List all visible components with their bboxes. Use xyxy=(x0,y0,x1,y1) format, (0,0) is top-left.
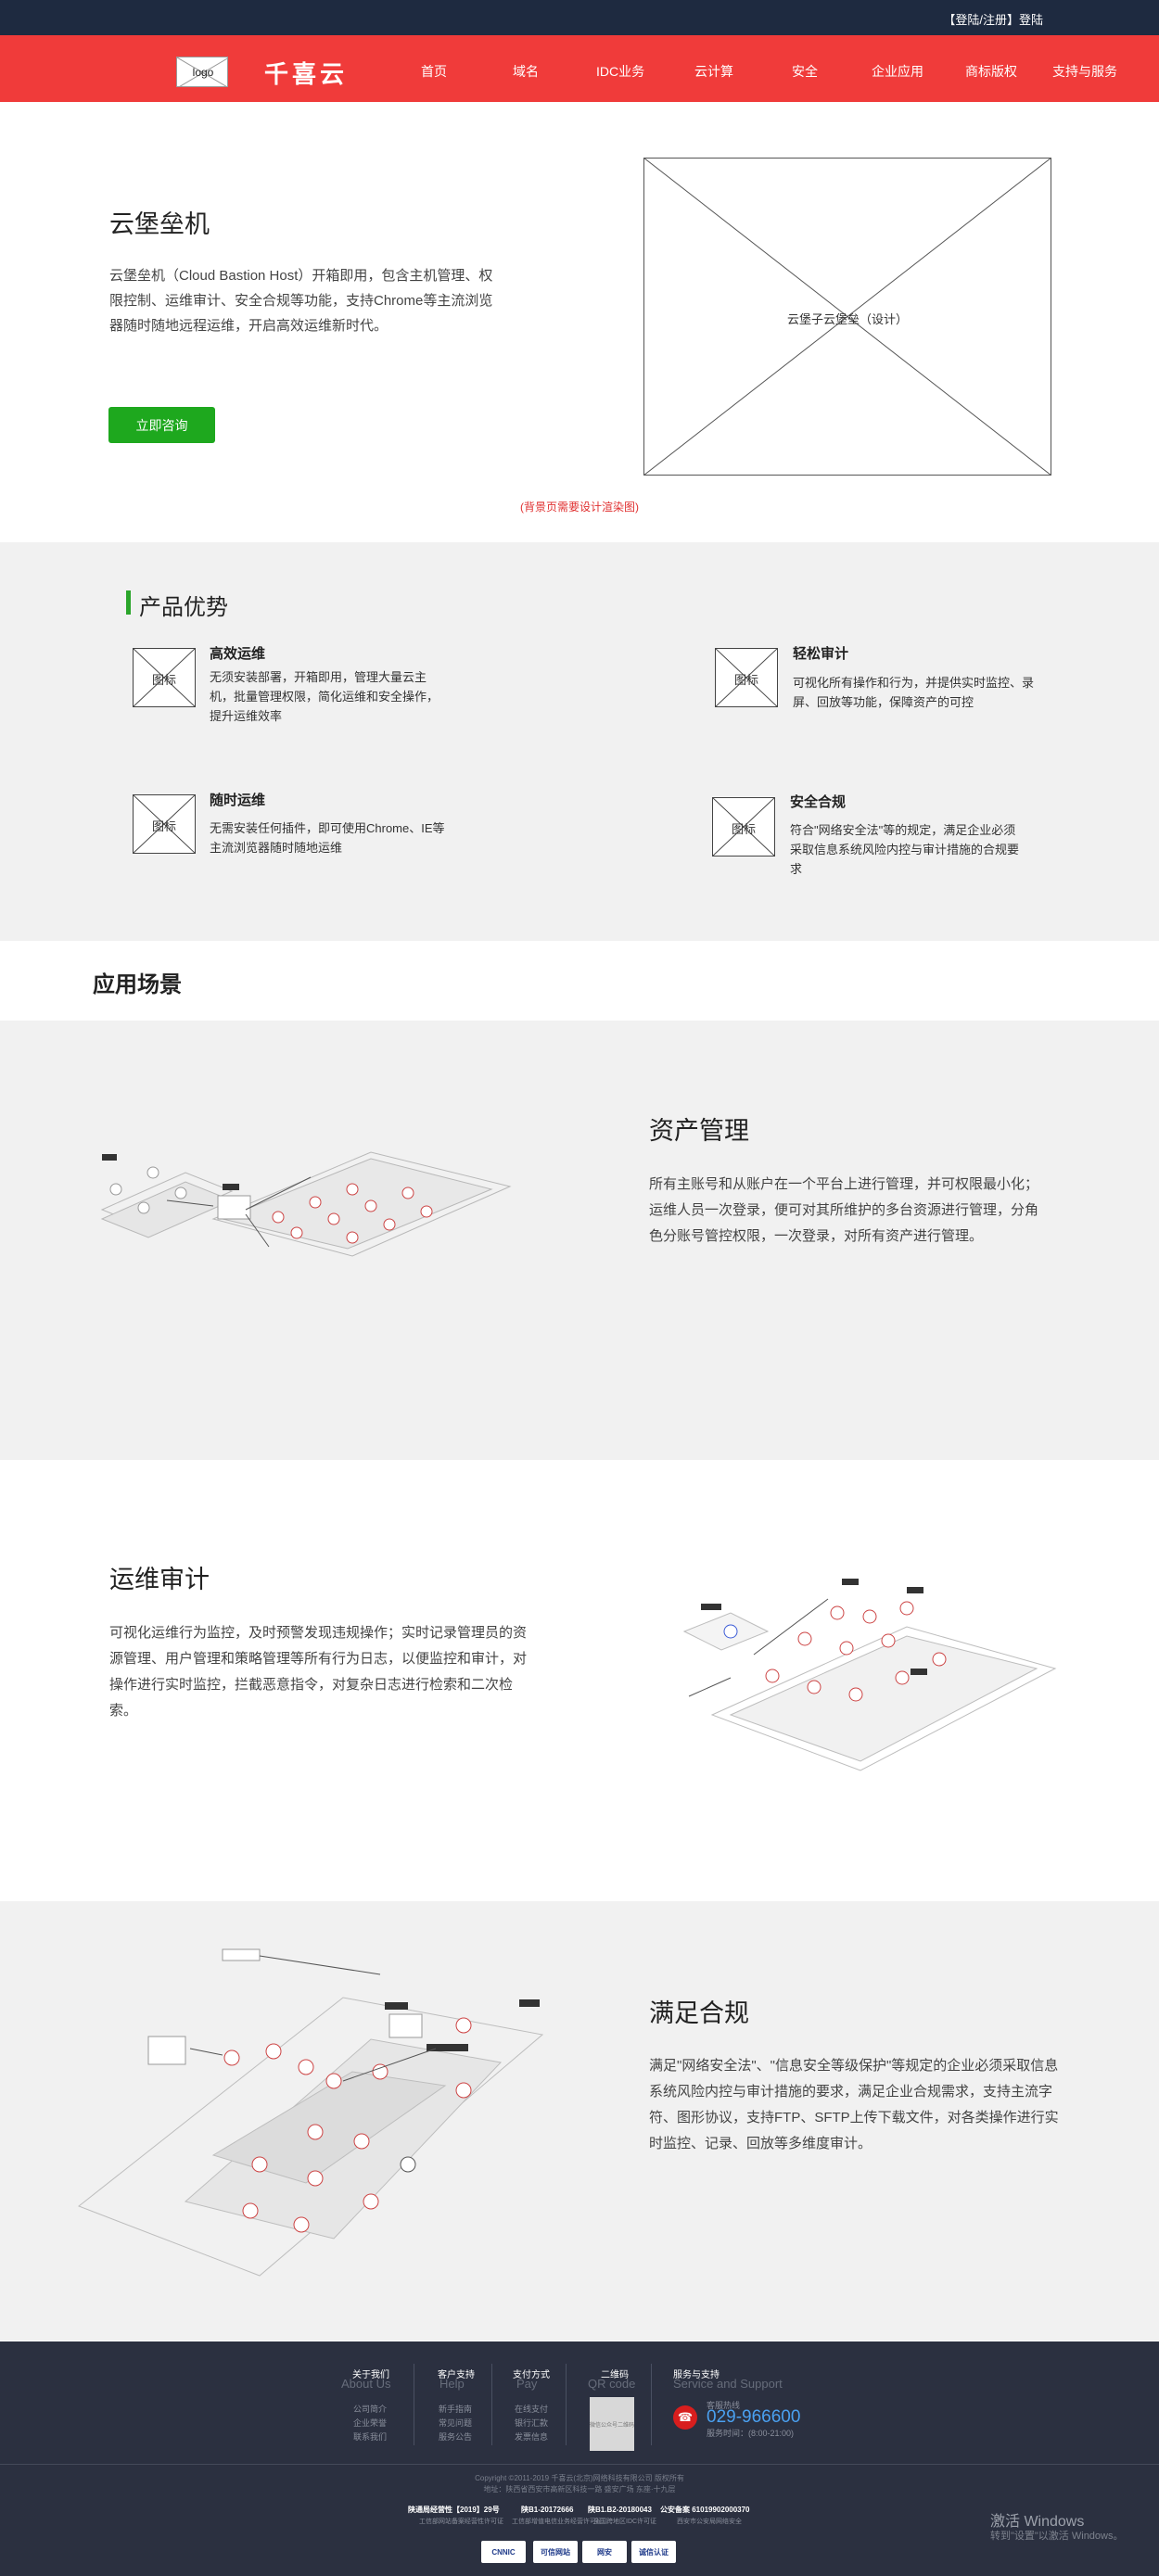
footer-link[interactable]: 在线支付 xyxy=(515,2403,548,2415)
scenarios-heading: 应用场景 xyxy=(93,972,182,997)
hero-description: 云堡垒机（Cloud Bastion Host）开箱即用，包含主机管理、权限控制… xyxy=(109,268,493,334)
nav-item-home[interactable]: 首页 xyxy=(421,62,447,81)
qr-label: 微信公众号二维码 xyxy=(590,2423,635,2429)
feature-desc: 可视化所有操作和行为，并提供实时监控、录屏、回放等功能，保障资产的可控 xyxy=(793,676,1035,709)
features-heading: 产品优势 xyxy=(139,595,228,620)
feature-title: 安全合规 xyxy=(790,794,847,810)
windows-activation-sub: 转到"设置"以激活 Windows。 xyxy=(990,2531,1124,2542)
license-text: 公安备案 61019902000370 xyxy=(660,2506,750,2514)
footer-divider xyxy=(491,2364,492,2445)
footer-link[interactable]: 银行汇款 xyxy=(515,2417,548,2429)
footer-link[interactable]: 服务公告 xyxy=(439,2430,472,2443)
nav-item-support[interactable]: 支持与服务 xyxy=(1052,62,1117,81)
footer-link[interactable]: 新手指南 xyxy=(439,2403,472,2415)
feature-title: 轻松审计 xyxy=(793,646,849,662)
phone-icon: ☎ xyxy=(673,2405,697,2430)
nav-item-idc[interactable]: IDC业务 xyxy=(596,62,644,81)
footer-link[interactable]: 公司简介 xyxy=(353,2403,387,2415)
license-text: 陕通局经营性【2019】29号 xyxy=(408,2506,500,2514)
nav-item-cloud[interactable]: 云计算 xyxy=(694,62,733,81)
asset-management-diagram xyxy=(100,1151,512,1257)
footer-col-en: About Us xyxy=(341,2377,391,2391)
scenario-title: 资产管理 xyxy=(649,1117,749,1145)
qr-code: 微信公众号二维码 xyxy=(590,2397,634,2451)
footer-col-en: Help xyxy=(439,2377,465,2391)
nav-item-domain[interactable]: 域名 xyxy=(513,62,539,81)
feature-desc: 无须安装部署，开箱即用，管理大量云主机，批量管理权限，简化运维和安全操作，提升运… xyxy=(210,670,439,723)
design-note: (背景页需要设计渲染图) xyxy=(520,501,639,514)
main-nav: logo 千喜云 首页 域名 IDC业务 云计算 安全 企业应用 商标版权 支持… xyxy=(0,35,1159,102)
footer-link[interactable]: 发票信息 xyxy=(515,2430,548,2443)
audit-diagram xyxy=(682,1579,1057,1771)
phone-hours: 服务时间：(8:00-21:00) xyxy=(707,2429,795,2438)
nav-item-enterprise[interactable]: 企业应用 xyxy=(872,62,923,81)
feature-title: 随时运维 xyxy=(210,793,266,808)
footer-link[interactable]: 常见问题 xyxy=(439,2417,472,2429)
feature-title: 高效运维 xyxy=(210,646,266,662)
footer-col-en: Pay xyxy=(516,2377,538,2391)
logo[interactable]: logo xyxy=(176,57,228,87)
top-bar: 【登陆/注册】登陆 xyxy=(0,0,1159,35)
cnnic-badge[interactable]: CNNIC xyxy=(481,2541,526,2563)
feature-icon-label: 图标 xyxy=(731,822,756,836)
integrity-badge[interactable]: 诚信认证 xyxy=(631,2541,676,2563)
license-sub: 西安市公安局网络安全 xyxy=(677,2519,742,2525)
license-sub: 工信部增值电信业务经营许可证 xyxy=(512,2519,603,2525)
address: 地址：陕西省西安市高新区科技一路 盛安广场 东座·十九层 xyxy=(483,2485,676,2494)
phone-number[interactable]: 029-966600 xyxy=(707,2407,800,2428)
nav-item-security[interactable]: 安全 xyxy=(792,62,818,81)
scenario-title: 运维审计 xyxy=(109,1566,210,1593)
nav-item-trademark[interactable]: 商标版权 xyxy=(965,62,1017,81)
heading-accent-bar xyxy=(126,590,131,615)
feature-desc: 符合"网络安全法"等的规定，满足企业必须采取信息系统风险内控与审计措施的合规要求 xyxy=(790,823,1020,876)
footer-col-en: Service and Support xyxy=(673,2377,783,2391)
license-sub: 全国跨地区IDC许可证 xyxy=(593,2519,657,2525)
feature-icon-label: 图标 xyxy=(151,819,176,833)
consult-button[interactable]: 立即咨询 xyxy=(108,407,215,443)
scenario-title: 满足合规 xyxy=(649,1999,749,2027)
scenario-desc: 所有主账号和从账户在一个平台上进行管理，并可权限最小化；运维人员一次登录，便可对… xyxy=(649,1176,1039,1244)
scenario-desc: 可视化运维行为监控，及时预警发现违规操作；实时记录管理员的资源管理、用户管理和策… xyxy=(109,1625,528,1719)
hero-title: 云堡垒机 xyxy=(109,210,210,238)
footer-link[interactable]: 联系我们 xyxy=(353,2430,387,2443)
feature-icon-label: 图标 xyxy=(733,673,758,687)
license-sub: 工信部网站备案经营性许可证 xyxy=(419,2519,503,2525)
copyright: Copyright ©2011-2019 千喜云(北京)网络科技有限公司 版权所… xyxy=(475,2474,684,2482)
footer-link[interactable]: 企业荣誉 xyxy=(353,2417,387,2429)
license-text: 陕B1-20172666 xyxy=(521,2506,574,2514)
police-badge[interactable]: 网安 xyxy=(582,2541,627,2563)
logo-text: logo xyxy=(192,66,214,79)
footer-divider xyxy=(566,2364,567,2445)
license-text: 陕B1.B2-20180043 xyxy=(588,2506,652,2514)
feature-desc: 无需安装任何插件，即可使用Chrome、IE等主流浏览器随时随地运维 xyxy=(210,821,445,855)
footer-divider xyxy=(651,2364,652,2445)
footer xyxy=(0,2341,1159,2464)
brand-name: 千喜云 xyxy=(264,60,349,88)
compliance-diagram xyxy=(78,1948,544,2277)
footer-col-en: QR code xyxy=(588,2377,636,2391)
trusted-site-badge[interactable]: 可信网站 xyxy=(533,2541,578,2563)
hero-placeholder-label: 云堡子云堡垒（设计） xyxy=(786,312,908,326)
feature-icon-label: 图标 xyxy=(151,673,176,687)
scenario-desc: 满足"网络安全法"、"信息安全等级保护"等规定的企业必须采取信息系统风险内控与审… xyxy=(649,2058,1059,2151)
login-register-link[interactable]: 【登陆/注册】登陆 xyxy=(943,10,1043,28)
